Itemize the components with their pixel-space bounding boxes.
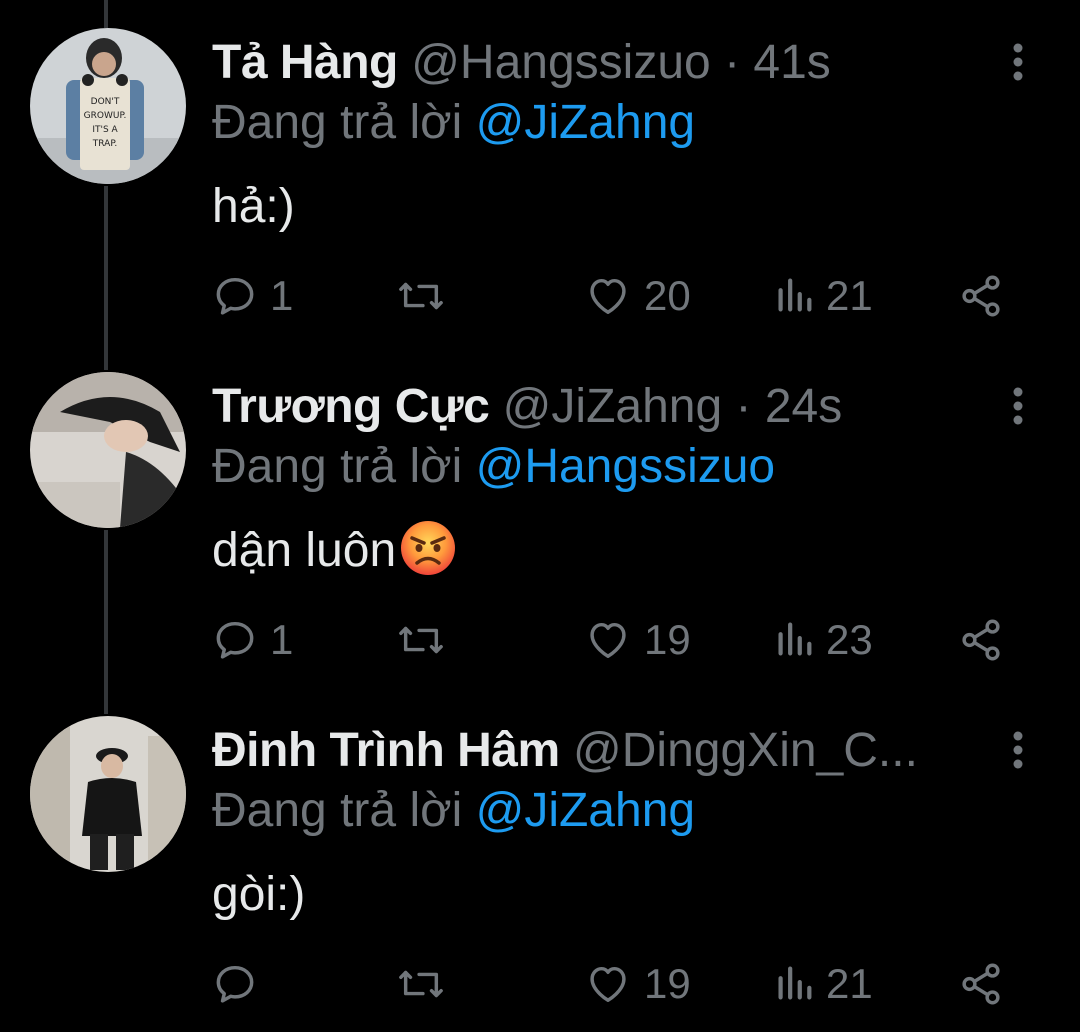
tweet-text: gòi:) [212, 868, 306, 921]
tweet-actions: 19 21 [212, 956, 1032, 1012]
views-count: 23 [826, 616, 873, 663]
views-button[interactable]: 21 [774, 268, 873, 324]
like-count: 19 [644, 960, 691, 1007]
tweet[interactable]: DON'T GROWUP. IT'S A TRAP. Tả Hàng @Hang… [0, 0, 1080, 344]
views-icon [778, 622, 812, 656]
avatar[interactable] [30, 372, 186, 528]
reply-count: 1 [270, 272, 294, 319]
tweet-text: dận luôn [212, 518, 1032, 584]
views-icon [778, 278, 812, 312]
views-button[interactable]: 23 [774, 612, 873, 668]
svg-text:TRAP.: TRAP. [92, 139, 117, 149]
like-icon [590, 622, 626, 659]
tweet[interactable]: Trương Cực @JiZahng · 24s Đang trả lời @… [0, 344, 1080, 688]
replying-to: Đang trả lời @JiZahng [212, 90, 1032, 156]
timestamp[interactable]: 41s [753, 36, 830, 89]
tweet-header: Đinh Trình Hâm @DinggXin_C... [212, 718, 972, 784]
user-handle[interactable]: @JiZahng [503, 380, 723, 433]
display-name[interactable]: Đinh Trình Hâm [212, 724, 560, 777]
replying-prefix: Đang trả lời [212, 784, 463, 837]
share-button[interactable] [958, 956, 1004, 1012]
tweet-header: Tả Hàng @Hangssizuo · 41s [212, 30, 972, 96]
like-icon [590, 278, 626, 315]
reply-icon [216, 965, 254, 1003]
replying-to: Đang trả lời @Hangssizuo [212, 434, 1032, 500]
retweet-button[interactable] [396, 268, 458, 324]
tweet[interactable]: Đinh Trình Hâm @DinggXin_C... Đang trả l… [0, 688, 1080, 1032]
more-options-icon[interactable] [1000, 384, 1036, 428]
like-count: 19 [644, 616, 691, 663]
retweet-button[interactable] [396, 956, 458, 1012]
reply-button[interactable] [212, 956, 270, 1012]
separator: · [735, 380, 752, 433]
reply-count: 1 [270, 616, 294, 663]
like-button[interactable]: 19 [584, 612, 691, 668]
views-count: 21 [826, 272, 873, 319]
tweet-actions: 1 19 23 [212, 612, 1032, 668]
retweet-button[interactable] [396, 612, 458, 668]
replying-prefix: Đang trả lời [212, 440, 463, 493]
replying-prefix: Đang trả lời [212, 96, 463, 149]
angry-face-emoji [401, 521, 456, 575]
share-icon [962, 963, 1000, 1005]
avatar[interactable] [30, 716, 186, 872]
reply-icon [216, 277, 254, 315]
share-button[interactable] [958, 268, 1004, 324]
mention-link[interactable]: @Hangssizuo [476, 440, 776, 493]
tweet-header: Trương Cực @JiZahng · 24s [212, 374, 972, 440]
reply-button[interactable]: 1 [212, 268, 293, 324]
like-icon [590, 966, 626, 1003]
avatar[interactable]: DON'T GROWUP. IT'S A TRAP. [30, 28, 186, 184]
more-options-icon[interactable] [1000, 40, 1036, 84]
views-count: 21 [826, 960, 873, 1007]
retweet-icon [399, 626, 443, 654]
more-options-icon[interactable] [1000, 728, 1036, 772]
user-handle[interactable]: @DinggXin_C... [573, 724, 918, 777]
timestamp[interactable]: 24s [765, 380, 842, 433]
like-button[interactable]: 19 [584, 956, 691, 1012]
replying-to: Đang trả lời @JiZahng [212, 778, 1032, 844]
svg-text:GROWUP.: GROWUP. [84, 111, 127, 121]
retweet-icon [399, 970, 443, 998]
views-button[interactable]: 21 [774, 956, 873, 1012]
share-button[interactable] [958, 612, 1004, 668]
avatar-caption: DON'T [91, 97, 120, 107]
display-name[interactable]: Tả Hàng [212, 36, 398, 89]
mention-link[interactable]: @JiZahng [476, 96, 696, 149]
separator: · [724, 36, 741, 89]
retweet-icon [399, 282, 443, 310]
reply-icon [216, 621, 254, 659]
like-button[interactable]: 20 [584, 268, 691, 324]
tweet-actions: 1 20 21 [212, 268, 1032, 324]
views-icon [778, 966, 812, 1000]
user-handle[interactable]: @Hangssizuo [411, 36, 711, 89]
display-name[interactable]: Trương Cực [212, 380, 490, 433]
tweet-text: hả:) [212, 180, 295, 233]
share-icon [962, 619, 1000, 661]
reply-button[interactable]: 1 [212, 612, 293, 668]
svg-text:IT'S A: IT'S A [92, 125, 118, 135]
tweet-text-content: dận luôn [212, 524, 397, 577]
like-count: 20 [644, 272, 691, 319]
mention-link[interactable]: @JiZahng [476, 784, 696, 837]
share-icon [962, 275, 1000, 317]
